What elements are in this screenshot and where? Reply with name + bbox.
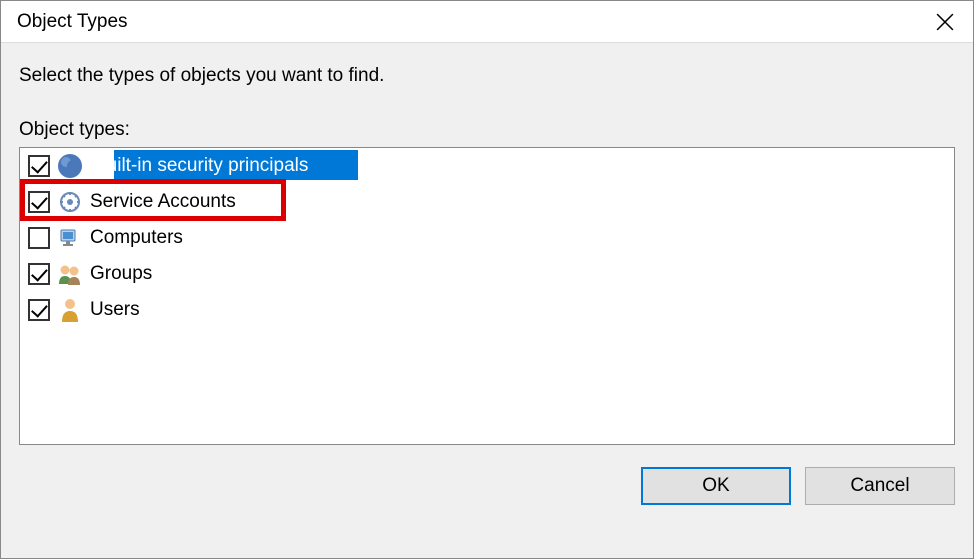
checkbox-groups[interactable] — [28, 263, 50, 285]
list-label: Object types: — [19, 119, 955, 141]
list-item-label: Computers — [90, 227, 183, 249]
dialog-buttons: OK Cancel — [19, 467, 955, 505]
cancel-button[interactable]: Cancel — [805, 467, 955, 505]
dialog-title: Object Types — [17, 11, 128, 33]
list-item-groups[interactable]: Groups — [20, 256, 954, 292]
ok-button[interactable]: OK — [641, 467, 791, 505]
checkbox-computers[interactable] — [28, 227, 50, 249]
group-icon — [56, 260, 84, 288]
user-icon — [56, 296, 84, 324]
checkbox-builtin-principals[interactable] — [28, 155, 50, 177]
list-item-computers[interactable]: Computers — [20, 220, 954, 256]
object-types-list[interactable]: Built-in security principals Service Acc… — [19, 147, 955, 445]
titlebar: Object Types — [1, 1, 973, 43]
object-types-dialog: Object Types Select the types of objects… — [0, 0, 974, 559]
list-item-service-accounts[interactable]: Service Accounts — [20, 184, 954, 220]
list-item-label: Users — [90, 299, 140, 321]
close-button[interactable] — [917, 1, 973, 43]
close-icon — [936, 13, 954, 31]
list-item-label: Service Accounts — [90, 191, 236, 213]
list-item-label: Built-in security principals — [90, 153, 312, 179]
list-item-users[interactable]: Users — [20, 292, 954, 328]
checkbox-users[interactable] — [28, 299, 50, 321]
computer-icon — [56, 224, 84, 252]
service-account-icon — [56, 188, 84, 216]
list-item-label: Groups — [90, 263, 152, 285]
principals-icon — [56, 152, 84, 180]
list-item-builtin-principals[interactable]: Built-in security principals — [20, 148, 954, 184]
checkbox-service-accounts[interactable] — [28, 191, 50, 213]
instruction-text: Select the types of objects you want to … — [19, 65, 955, 87]
dialog-content: Select the types of objects you want to … — [1, 43, 973, 558]
